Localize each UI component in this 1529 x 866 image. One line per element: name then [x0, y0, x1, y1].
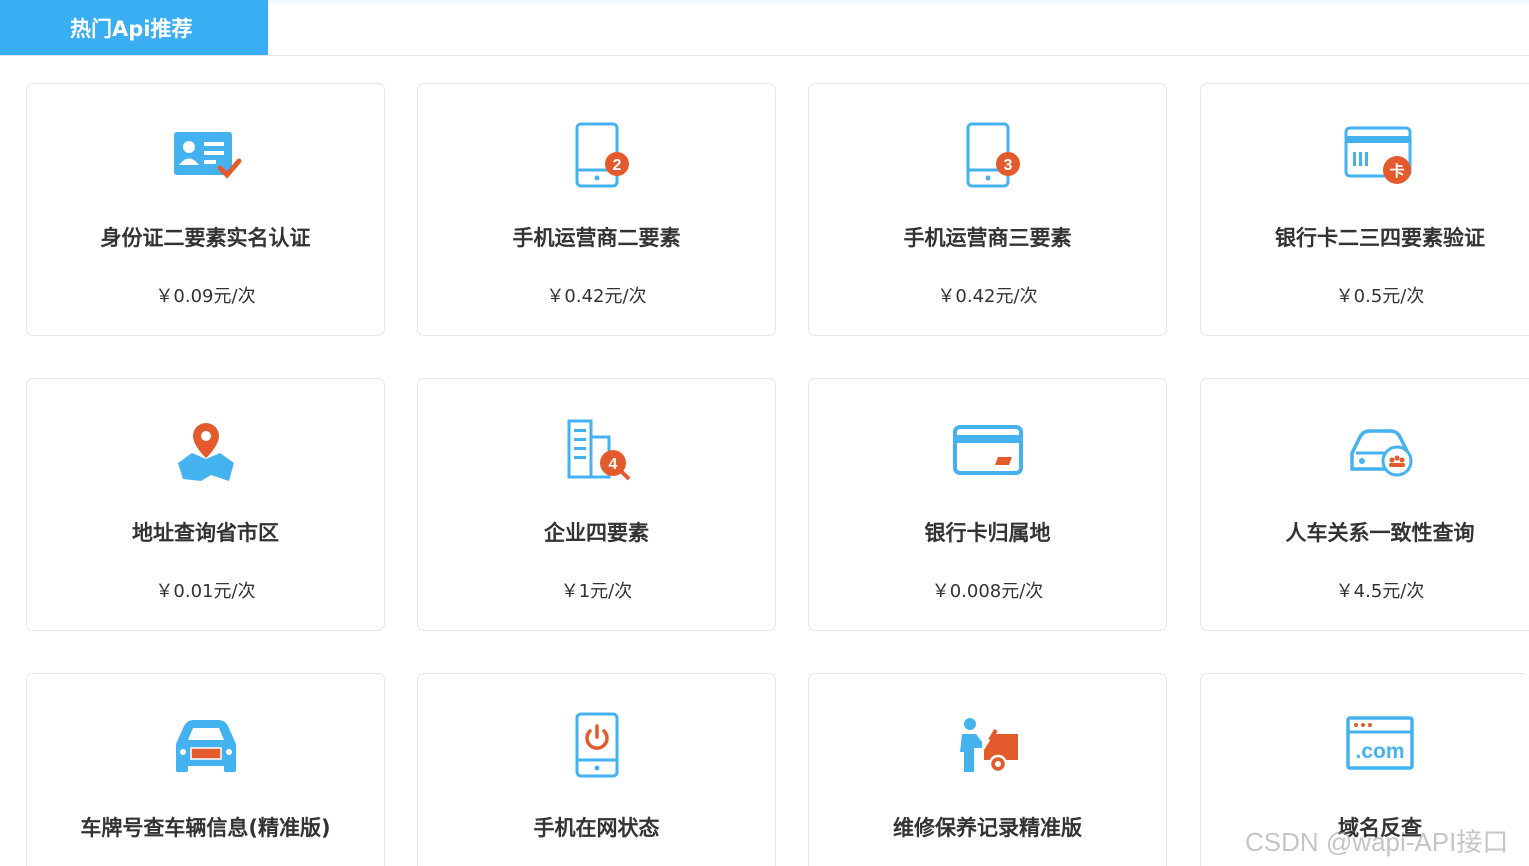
id-card-check-icon: [166, 116, 246, 196]
card-title: 维修保养记录精准版: [893, 816, 1082, 840]
api-card-bank-verify[interactable]: 卡 银行卡二三四要素验证 ￥0.5元/次: [1200, 83, 1529, 336]
api-card-id-verify[interactable]: 身份证二要素实名认证 ￥0.09元/次: [26, 83, 385, 336]
svg-text:4: 4: [608, 456, 617, 473]
building-4-icon: 4: [557, 411, 637, 491]
api-card-plate[interactable]: 车牌号查车辆信息(精准版): [26, 673, 385, 866]
car-plate-icon: [166, 706, 246, 786]
card-price: ￥1元/次: [560, 581, 633, 602]
card-price: ￥0.01元/次: [155, 581, 256, 602]
card-title: 手机运营商二要素: [512, 226, 681, 250]
svg-text:.com: .com: [1355, 740, 1404, 763]
map-pin-icon: [166, 411, 246, 491]
card-title: 手机在网状态: [533, 816, 660, 840]
car-repair-icon: [948, 706, 1028, 786]
bank-card-badge-icon: 卡: [1340, 116, 1420, 196]
car-people-icon: [1340, 411, 1420, 491]
card-title: 企业四要素: [544, 521, 649, 545]
api-card-person-car[interactable]: 人车关系一致性查询 ￥4.5元/次: [1200, 378, 1529, 631]
api-card-bank-location[interactable]: 银行卡归属地 ￥0.008元/次: [808, 378, 1167, 631]
card-price: ￥0.09元/次: [155, 286, 256, 307]
svg-text:2: 2: [612, 157, 621, 174]
card-price: ￥0.008元/次: [931, 581, 1044, 602]
watermark: CSDN @wapi-API接口: [1245, 827, 1509, 857]
api-card-grid: 身份证二要素实名认证 ￥0.09元/次 2 手机运营商二要素 ￥0.42元/次 …: [0, 0, 1529, 866]
card-price: ￥0.42元/次: [937, 286, 1038, 307]
card-title: 地址查询省市区: [132, 521, 279, 545]
svg-text:卡: 卡: [1389, 162, 1404, 180]
card-title: 人车关系一致性查询: [1285, 521, 1475, 545]
phone-2-icon: 2: [557, 116, 637, 196]
svg-text:3: 3: [1003, 157, 1012, 174]
phone-power-icon: [557, 706, 637, 786]
card-price: ￥0.42元/次: [546, 286, 647, 307]
card-price: ￥0.5元/次: [1335, 286, 1425, 307]
card-price: ￥4.5元/次: [1335, 581, 1425, 602]
api-card-address[interactable]: 地址查询省市区 ￥0.01元/次: [26, 378, 385, 631]
api-card-enterprise[interactable]: 4 企业四要素 ￥1元/次: [417, 378, 776, 631]
card-title: 车牌号查车辆信息(精准版): [80, 816, 331, 840]
card-title: 银行卡二三四要素验证: [1275, 226, 1485, 250]
card-title: 手机运营商三要素: [903, 226, 1072, 250]
phone-3-icon: 3: [948, 116, 1028, 196]
card-title: 银行卡归属地: [924, 521, 1051, 545]
domain-com-icon: .com: [1340, 706, 1420, 786]
credit-card-icon: [948, 411, 1028, 491]
api-card-phone-status[interactable]: 手机在网状态: [417, 673, 776, 866]
api-card-phone-2[interactable]: 2 手机运营商二要素 ￥0.42元/次: [417, 83, 776, 336]
card-title: 身份证二要素实名认证: [100, 226, 311, 250]
api-card-maintenance[interactable]: 维修保养记录精准版: [808, 673, 1167, 866]
api-card-phone-3[interactable]: 3 手机运营商三要素 ￥0.42元/次: [808, 83, 1167, 336]
